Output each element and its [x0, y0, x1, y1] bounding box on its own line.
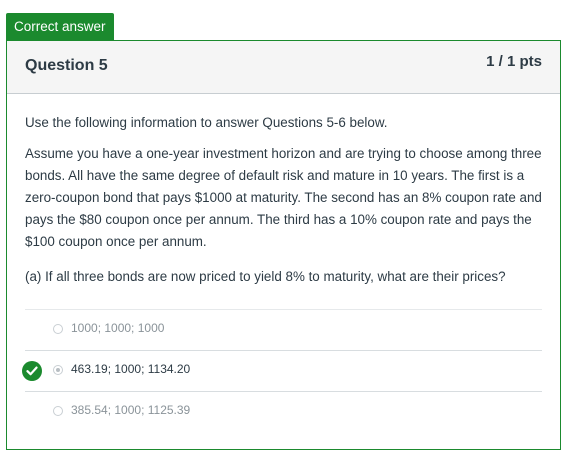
question-intro: Use the following information to answer … — [25, 115, 388, 130]
check-icon — [22, 361, 42, 381]
answer-option-1[interactable]: 1000; 1000; 1000 — [25, 309, 542, 350]
answer-text: 385.54; 1000; 1125.39 — [71, 403, 191, 417]
question-title: Question 5 — [25, 57, 108, 74]
question-body: Use the following information to answer … — [7, 94, 560, 288]
answer-option-2[interactable]: 463.19; 1000; 1134.20 — [22, 350, 542, 391]
question-points: 1 / 1 pts — [486, 53, 542, 70]
answer-list: 1000; 1000; 1000 463.19; 1000; 1134.20 3… — [7, 309, 560, 432]
question-card: Question 5 1 / 1 pts Use the following i… — [6, 40, 561, 450]
correct-answer-tab: Correct answer — [6, 13, 114, 41]
answer-text: 1000; 1000; 1000 — [71, 321, 165, 335]
radio-button[interactable] — [53, 406, 63, 416]
quiz-question-panel: Correct answer Question 5 1 / 1 pts Use … — [0, 0, 575, 461]
answer-text: 463.19; 1000; 1134.20 — [71, 362, 191, 376]
question-scenario: Assume you have a one-year investment ho… — [25, 146, 542, 249]
answer-option-3[interactable]: 385.54; 1000; 1125.39 — [25, 391, 542, 432]
radio-button-selected[interactable] — [53, 365, 63, 375]
question-prompt: (a) If all three bonds are now priced to… — [25, 269, 506, 284]
radio-button[interactable] — [53, 324, 63, 334]
question-header: Question 5 1 / 1 pts — [7, 41, 560, 94]
